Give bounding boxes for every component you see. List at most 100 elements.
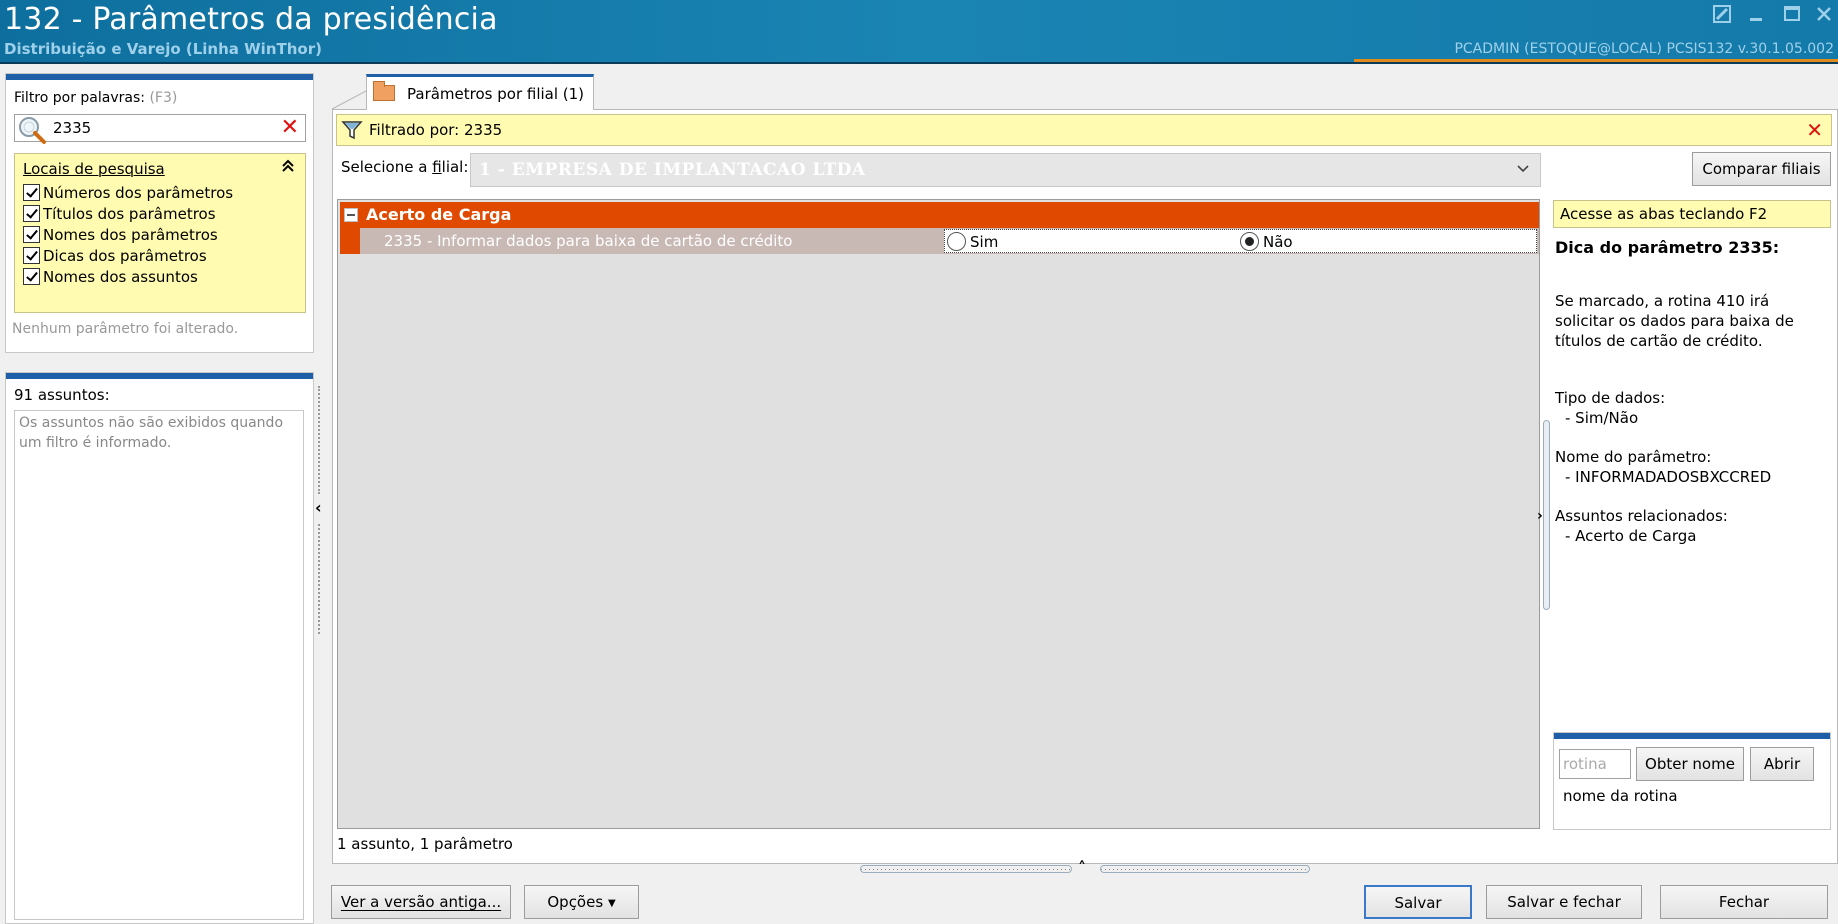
- branch-select[interactable]: 1 - EMPRESA DE IMPLANTACAO LTDA: [470, 153, 1541, 187]
- related-subjects-value: - Acerto de Carga: [1565, 527, 1697, 545]
- routine-input[interactable]: [1559, 749, 1631, 779]
- parameter-value-cell[interactable]: Sim Não: [944, 229, 1537, 253]
- checkbox-subject-names[interactable]: Nomes dos assuntos: [23, 268, 198, 290]
- title-bar: 132 - Parâmetros da presidência Distribu…: [0, 0, 1838, 64]
- filter-label: Filtro por palavras: (F3): [14, 90, 177, 106]
- remove-filter-icon[interactable]: ✕: [1806, 118, 1823, 142]
- parameter-name-label: Nome do parâmetro:: [1555, 448, 1712, 466]
- data-type-label: Tipo de dados:: [1555, 389, 1666, 407]
- parameters-grid: Acerto de Carga 2335 - Informar dados pa…: [337, 199, 1540, 829]
- chevron-up-icon[interactable]: ˄: [1078, 858, 1086, 877]
- collapse-up-icon[interactable]: [281, 158, 295, 177]
- minimize-icon[interactable]: [1744, 4, 1768, 28]
- group-title: Acerto de Carga: [366, 205, 512, 224]
- checkbox-parameter-names[interactable]: Nomes dos parâmetros: [23, 226, 218, 248]
- search-locations-title[interactable]: Locais de pesquisa: [23, 160, 165, 178]
- user-info: PCADMIN (ESTOQUE@LOCAL) PCSIS132 v.30.1.…: [1454, 41, 1834, 57]
- f2-hint-box: Acesse as abas teclando F2: [1553, 200, 1831, 228]
- checkbox-checked-icon[interactable]: [23, 247, 40, 264]
- subjects-hidden-message: Os assuntos não são exibidos quando um f…: [19, 415, 284, 451]
- old-version-button-label: Ver a versão antiga...: [340, 893, 502, 911]
- checkbox-label: Nomes dos parâmetros: [43, 226, 218, 244]
- parameter-hint-text: Se marcado, a rotina 410 irá solicitar o…: [1555, 292, 1794, 350]
- options-button[interactable]: Opções ▼: [524, 885, 639, 919]
- chevron-down-icon[interactable]: [1516, 160, 1530, 179]
- grid-status-text: 1 assunto, 1 parâmetro: [337, 835, 513, 853]
- branch-select-label: Selecione a filial:: [341, 158, 469, 176]
- folder-icon: [373, 81, 395, 101]
- data-type-value: - Sim/Não: [1565, 409, 1639, 427]
- radio-sim-label[interactable]: Sim: [970, 233, 998, 251]
- maximize-icon[interactable]: [1780, 4, 1804, 28]
- group-header-acerto-de-carga[interactable]: Acerto de Carga: [340, 202, 1539, 228]
- table-row[interactable]: 2335 - Informar dados para baixa de cart…: [340, 228, 1539, 254]
- checkbox-label: Números dos parâmetros: [43, 184, 234, 202]
- checkbox-label: Dicas dos parâmetros: [43, 247, 207, 265]
- parameter-description: 2335 - Informar dados para baixa de cart…: [384, 232, 793, 250]
- checkbox-parameter-numbers[interactable]: Números dos parâmetros: [23, 184, 233, 206]
- funnel-icon: [341, 119, 363, 141]
- f2-hint-text: Acesse as abas teclando F2: [1560, 205, 1768, 223]
- options-button-label: Opções: [547, 893, 604, 911]
- checkbox-label: Nomes dos assuntos: [43, 268, 198, 286]
- radio-nao[interactable]: [1240, 232, 1259, 251]
- info-panel-splitter[interactable]: ›: [1537, 420, 1551, 610]
- row-marker: [340, 228, 360, 254]
- get-name-button[interactable]: Obter nome: [1636, 747, 1744, 781]
- close-icon[interactable]: [1812, 4, 1836, 28]
- clear-search-icon[interactable]: ✕: [281, 116, 299, 140]
- parameter-name-value: - INFORMADADOSBXCCRED: [1565, 468, 1772, 486]
- search-box[interactable]: ✕: [14, 114, 306, 145]
- checkbox-checked-icon[interactable]: [23, 184, 40, 201]
- checkbox-checked-icon[interactable]: [23, 205, 40, 222]
- window-subtitle: Distribuição e Varejo (Linha WinThor): [4, 40, 322, 58]
- panel-accent-bar: [1554, 733, 1830, 739]
- collapse-left-icon[interactable]: ‹: [315, 498, 322, 517]
- checkbox-checked-icon[interactable]: [23, 268, 40, 285]
- filtered-by-text: Filtrado por: 2335: [369, 121, 503, 139]
- splitter-grip: [860, 865, 1072, 873]
- open-routine-button[interactable]: Abrir: [1750, 747, 1814, 781]
- checkbox-parameter-hints[interactable]: Dicas dos parâmetros: [23, 247, 207, 269]
- change-status-text: Nenhum parâmetro foi alterado.: [12, 321, 239, 337]
- save-button[interactable]: Salvar: [1364, 885, 1472, 919]
- splitter-grip: [1100, 865, 1310, 873]
- left-panel-splitter[interactable]: ‹: [315, 380, 325, 640]
- search-locations-box: Locais de pesquisa Números dos parâmetro…: [14, 153, 306, 313]
- collapse-group-icon[interactable]: [344, 208, 358, 222]
- panel-accent-bar: [6, 74, 313, 80]
- search-input[interactable]: [53, 118, 273, 138]
- checkbox-label: Títulos dos parâmetros: [43, 205, 216, 223]
- branch-select-value: 1 - EMPRESA DE IMPLANTACAO LTDA: [479, 160, 866, 180]
- title-accent-line: [1354, 59, 1838, 62]
- panel-accent-bar: [6, 373, 313, 379]
- filter-label-text: Filtro por palavras:: [14, 90, 145, 106]
- radio-nao-label[interactable]: Não: [1263, 233, 1293, 251]
- radio-sim[interactable]: [947, 232, 966, 251]
- related-subjects-label: Assuntos relacionados:: [1555, 507, 1728, 525]
- filtered-by-bar: Filtrado por: 2335 ✕: [336, 114, 1832, 146]
- compare-branches-button[interactable]: Comparar filiais: [1692, 152, 1831, 186]
- tab-label: Parâmetros por filial (1): [407, 85, 585, 103]
- save-and-close-button[interactable]: Salvar e fechar: [1486, 885, 1642, 919]
- close-button[interactable]: Fechar: [1660, 885, 1828, 919]
- old-version-button[interactable]: Ver a versão antiga...: [331, 885, 511, 919]
- tab-edge: [331, 90, 370, 110]
- parameter-hint-title: Dica do parâmetro 2335:: [1555, 238, 1780, 257]
- routine-name-text: nome da rotina: [1563, 787, 1678, 805]
- window-title: 132 - Parâmetros da presidência: [4, 2, 498, 37]
- splitter-grip: [318, 386, 322, 494]
- filter-shortcut-hint: (F3): [149, 90, 178, 106]
- checkbox-parameter-titles[interactable]: Títulos dos parâmetros: [23, 205, 216, 227]
- bottom-splitter[interactable]: ˄: [860, 858, 1310, 877]
- splitter-grip: [318, 524, 322, 634]
- subjects-count-label: 91 assuntos:: [14, 386, 110, 404]
- edit-icon[interactable]: [1710, 4, 1734, 28]
- splitter-grip: [1543, 420, 1550, 610]
- checkbox-checked-icon[interactable]: [23, 226, 40, 243]
- search-icon: [17, 115, 47, 145]
- caret-down-icon: ▼: [607, 898, 616, 909]
- subjects-list[interactable]: Os assuntos não são exibidos quando um f…: [14, 410, 304, 920]
- tab-parametros-por-filial[interactable]: Parâmetros por filial (1): [366, 74, 594, 110]
- expand-right-icon[interactable]: ›: [1537, 508, 1543, 524]
